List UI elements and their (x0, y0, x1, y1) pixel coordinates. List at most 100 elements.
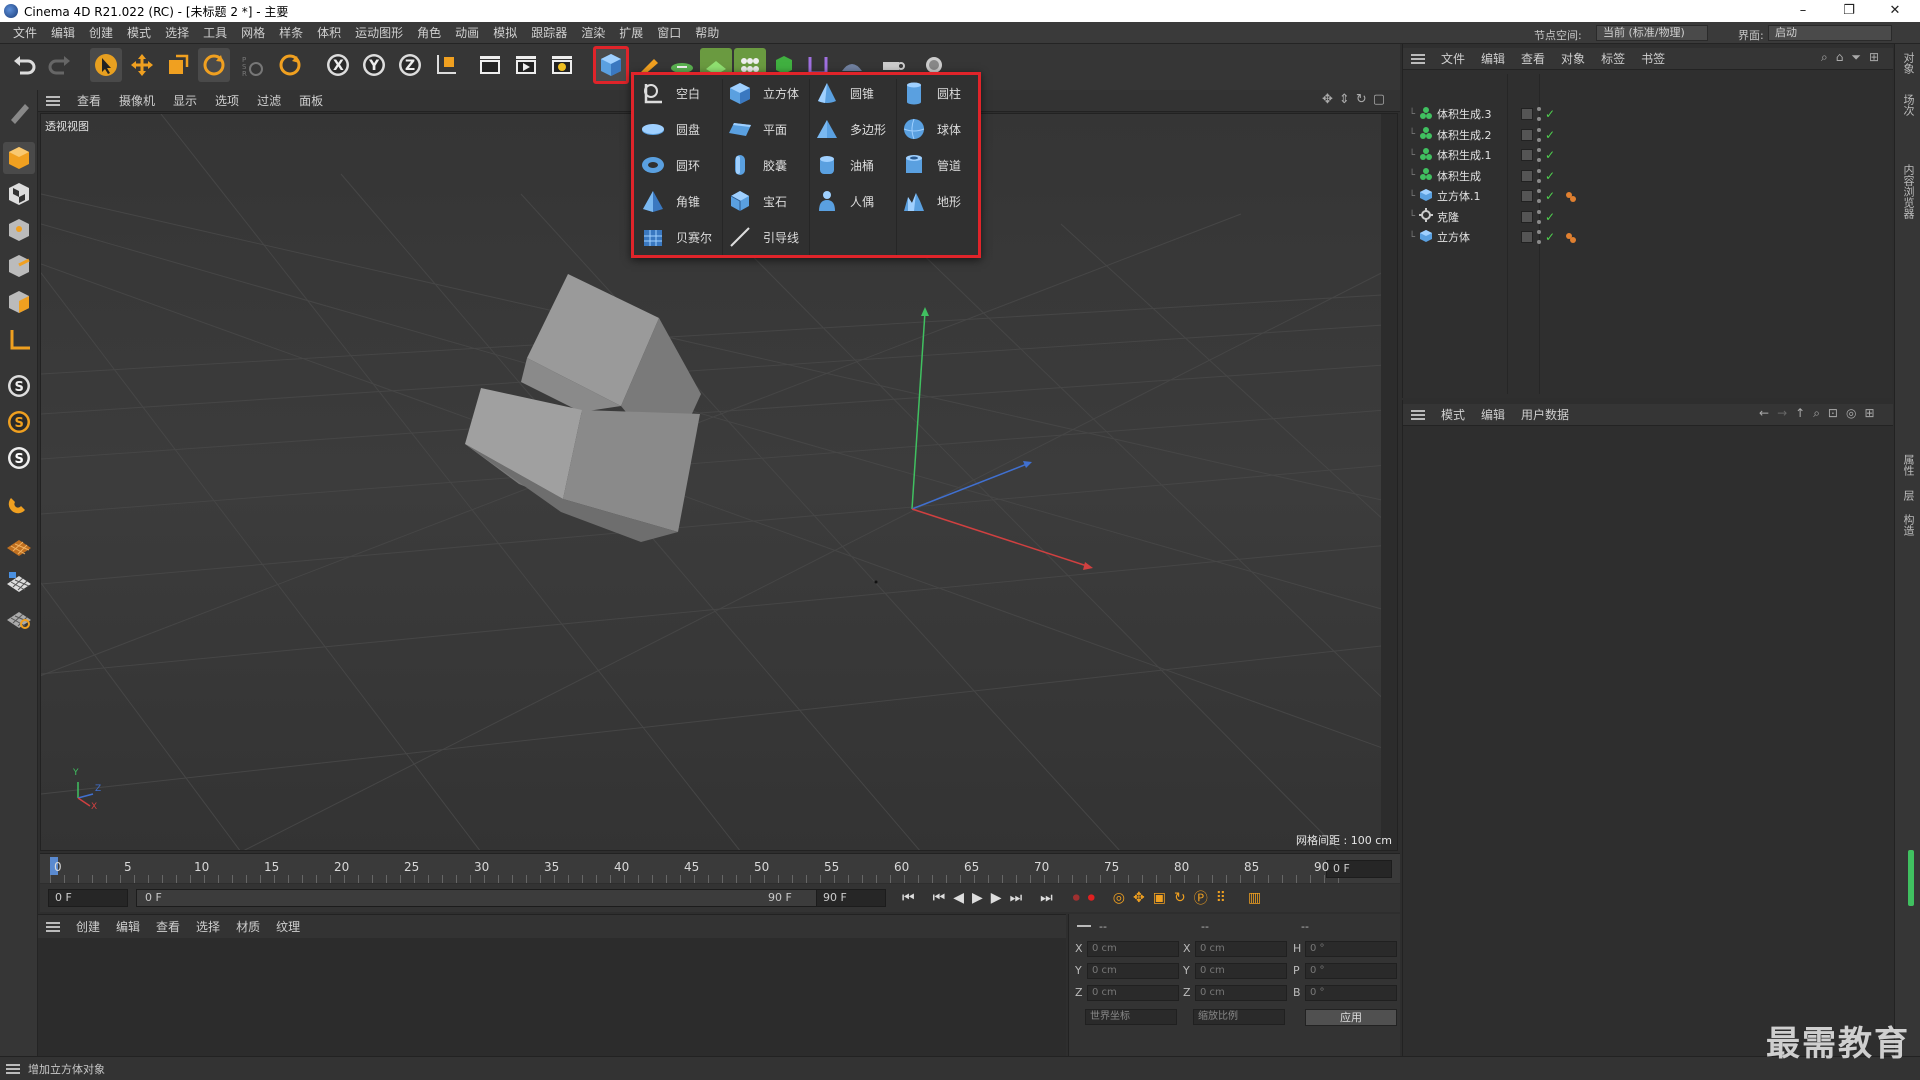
object-menu-item-5[interactable]: 书签 (1633, 50, 1673, 67)
popup-item-guide[interactable]: 引导线 (725, 221, 811, 253)
enabled-check-icon[interactable]: ✓ (1545, 169, 1555, 183)
popup-item-cone[interactable]: 圆锥 (812, 77, 898, 109)
render-view-button[interactable] (474, 48, 506, 82)
render-settings-button[interactable] (546, 48, 578, 82)
move-button[interactable] (126, 48, 158, 82)
visibility-dots-icon[interactable] (1537, 148, 1543, 162)
end-frame-field[interactable]: 90 F (816, 889, 886, 907)
enabled-check-icon[interactable]: ✓ (1545, 210, 1555, 224)
menu-item-2[interactable]: 创建 (82, 22, 120, 44)
snap-button[interactable]: S (3, 370, 35, 402)
material-menu-item-0[interactable]: 创建 (68, 918, 108, 935)
record-icon[interactable]: ⏺ (1073, 890, 1080, 906)
scroll-indicator[interactable] (1908, 850, 1914, 906)
visibility-dots-icon[interactable] (1537, 168, 1543, 183)
visibility-dots-icon[interactable] (1537, 189, 1543, 203)
material-manager-area[interactable] (38, 938, 1066, 1056)
object-row[interactable]: └ 立方体 ✓ (1409, 227, 1889, 247)
timeline-window-icon[interactable]: ▥ (1248, 890, 1261, 906)
size-z-field[interactable]: 0 cm (1195, 985, 1287, 1001)
viewport-menu-item-2[interactable]: 显示 (164, 92, 206, 109)
render-picture-viewer-button[interactable] (510, 48, 542, 82)
world-coordinates-select[interactable]: 世界坐标 (1085, 1009, 1177, 1025)
scale-mode-select[interactable]: 缩放比例 (1193, 1009, 1285, 1025)
phong-tag-icon[interactable] (1565, 191, 1577, 202)
attribute-menu-item-1[interactable]: 编辑 (1473, 406, 1513, 423)
object-name[interactable]: 立方体.1 (1437, 188, 1519, 204)
new-window-icon[interactable]: ⊞ (1869, 50, 1879, 65)
key-rotation-icon[interactable]: ↻ (1174, 890, 1186, 906)
rot-p-field[interactable]: 0 ° (1305, 963, 1397, 979)
menu-item-7[interactable]: 样条 (272, 22, 310, 44)
menu-item-12[interactable]: 模拟 (486, 22, 524, 44)
popup-item-cube[interactable]: 立方体 (725, 77, 811, 109)
visibility-dots-icon[interactable] (1537, 230, 1543, 244)
locked-workplane-button[interactable] (3, 566, 35, 598)
enabled-check-icon[interactable]: ✓ (1545, 189, 1555, 203)
lock-x-button[interactable]: X (322, 48, 354, 82)
object-manager-menu-icon[interactable] (1411, 53, 1425, 64)
magnet-button[interactable] (3, 486, 35, 518)
start-frame-field[interactable]: 0 F (48, 889, 128, 907)
object-name[interactable]: 体积生成.2 (1437, 127, 1519, 143)
viewport-menu-item-1[interactable]: 摄像机 (110, 92, 164, 109)
points-mode-button[interactable] (3, 214, 35, 246)
material-menu-item-2[interactable]: 查看 (148, 918, 188, 935)
pos-z-field[interactable]: 0 cm (1087, 985, 1179, 1001)
snap-settings-button[interactable]: S (3, 406, 35, 438)
workplane-button[interactable] (3, 530, 35, 562)
viewport-menu-item-0[interactable]: 查看 (68, 92, 110, 109)
menu-item-0[interactable]: 文件 (6, 22, 44, 44)
scale-button[interactable] (162, 48, 194, 82)
right-tab-2[interactable]: 内容浏览器 (1900, 164, 1916, 219)
layer-checkbox[interactable] (1521, 149, 1533, 161)
key-selection-icon[interactable]: ◎ (1113, 890, 1125, 906)
popup-item-oil-tank[interactable]: 油桶 (812, 149, 898, 181)
menu-item-9[interactable]: 运动图形 (348, 22, 410, 44)
right-tab-5[interactable]: 构造 (1900, 514, 1916, 536)
enabled-check-icon[interactable]: ✓ (1545, 148, 1555, 162)
object-menu-item-3[interactable]: 对象 (1553, 50, 1593, 67)
model-mode-button[interactable] (3, 142, 35, 174)
viewport-menu-icon[interactable] (46, 95, 60, 106)
rotate-button[interactable] (198, 48, 230, 82)
menu-item-17[interactable]: 帮助 (688, 22, 726, 44)
popup-item-capsule[interactable]: 胶囊 (725, 149, 811, 181)
menu-item-1[interactable]: 编辑 (44, 22, 82, 44)
close-button[interactable]: ✕ (1872, 0, 1918, 22)
orbit-icon[interactable]: ↻ (1356, 92, 1367, 110)
popup-item-landscape[interactable]: 地形 (899, 185, 985, 217)
object-row[interactable]: └ 立方体.1 ✓ (1409, 186, 1889, 206)
object-menu-item-4[interactable]: 标签 (1593, 50, 1633, 67)
object-name[interactable]: 体积生成.3 (1437, 106, 1519, 122)
right-tab-1[interactable]: 场次 (1900, 94, 1916, 116)
layer-checkbox[interactable] (1521, 190, 1533, 202)
current-frame-field[interactable]: 0 F (1326, 860, 1392, 878)
forward-arrow-icon[interactable]: → (1777, 406, 1787, 421)
popup-item-sphere[interactable]: 球体 (899, 113, 985, 145)
attribute-menu-item-0[interactable]: 模式 (1433, 406, 1473, 423)
visibility-dots-icon[interactable] (1537, 209, 1543, 224)
menu-item-11[interactable]: 动画 (448, 22, 486, 44)
visibility-dots-icon[interactable] (1537, 127, 1543, 142)
popup-item-figure[interactable]: 人偶 (812, 185, 898, 217)
menu-item-4[interactable]: 选择 (158, 22, 196, 44)
minimize-button[interactable]: – (1780, 0, 1826, 22)
layer-checkbox[interactable] (1521, 128, 1533, 141)
size-x-field[interactable]: 0 cm (1195, 941, 1287, 957)
phong-tag-icon[interactable] (1565, 232, 1577, 243)
up-arrow-icon[interactable]: ↑ (1795, 406, 1805, 421)
texture-mode-button[interactable] (3, 178, 35, 210)
status-menu-icon[interactable] (6, 1063, 20, 1074)
right-tab-3[interactable]: 属性 (1900, 454, 1916, 476)
popup-item-polygon[interactable]: 多边形 (812, 113, 898, 145)
rot-h-field[interactable]: 0 ° (1305, 941, 1397, 957)
toggle-view-icon[interactable]: ▢ (1373, 92, 1385, 110)
range-slider[interactable] (136, 889, 842, 907)
object-menu-item-0[interactable]: 文件 (1433, 50, 1473, 67)
material-menu-icon[interactable] (46, 921, 60, 932)
redo-button[interactable] (44, 48, 76, 82)
popup-item-bezier[interactable]: 贝赛尔 (638, 221, 724, 253)
pan-icon[interactable]: ✥ (1322, 92, 1333, 110)
filter-icon[interactable]: ⏷ (1851, 50, 1861, 65)
